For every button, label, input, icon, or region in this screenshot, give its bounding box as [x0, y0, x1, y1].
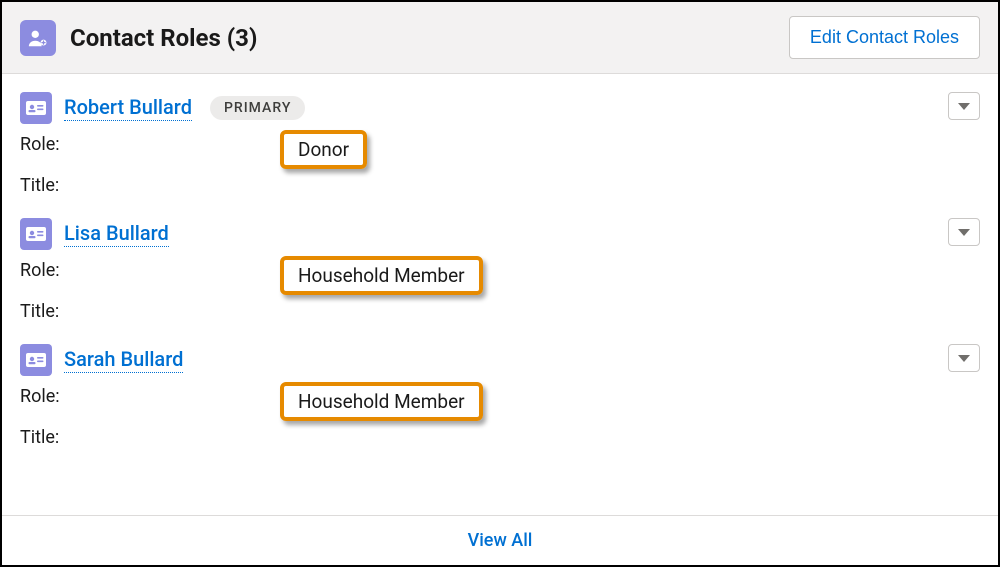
header-left: Contact Roles (3): [20, 20, 257, 56]
edit-contact-roles-button[interactable]: Edit Contact Roles: [789, 16, 980, 59]
role-label: Role:: [20, 260, 280, 295]
title-label: Title:: [20, 301, 280, 322]
contact-name-link[interactable]: Robert Bullard: [64, 95, 192, 121]
row-top: Lisa Bullard: [20, 218, 980, 250]
panel-title: Contact Roles (3): [70, 24, 257, 52]
role-text: Donor: [298, 138, 349, 161]
contact-role-row: Lisa Bullard Role: Household Member Titl…: [20, 210, 980, 336]
contact-role-row: Robert Bullard PRIMARY Role: Donor Title…: [20, 84, 980, 210]
contact-role-row: Sarah Bullard Role: Household Member Tit…: [20, 336, 980, 462]
role-value: Household Member: [280, 386, 980, 421]
contact-card-icon: [20, 218, 52, 250]
title-label: Title:: [20, 175, 280, 196]
primary-badge: PRIMARY: [210, 96, 305, 120]
panel-body: Robert Bullard PRIMARY Role: Donor Title…: [2, 74, 998, 515]
row-actions-button[interactable]: [948, 344, 980, 372]
row-top: Sarah Bullard: [20, 344, 980, 376]
role-text: Household Member: [298, 390, 465, 413]
contact-card-icon: [20, 92, 52, 124]
highlight-box: Household Member: [280, 256, 483, 295]
chevron-down-icon: [958, 229, 970, 236]
role-value: Household Member: [280, 260, 980, 295]
role-value: Donor: [280, 134, 980, 169]
title-value: [280, 427, 980, 448]
field-grid: Role: Household Member Title:: [20, 260, 980, 322]
role-text: Household Member: [298, 264, 465, 287]
row-top: Robert Bullard PRIMARY: [20, 92, 980, 124]
title-label: Title:: [20, 427, 280, 448]
title-value: [280, 175, 980, 196]
contact-roles-icon: [20, 20, 56, 56]
field-grid: Role: Donor Title:: [20, 134, 980, 196]
panel-header: Contact Roles (3) Edit Contact Roles: [2, 2, 998, 74]
role-label: Role:: [20, 134, 280, 169]
highlight-box: Household Member: [280, 382, 483, 421]
contact-name-link[interactable]: Lisa Bullard: [64, 221, 169, 247]
chevron-down-icon: [958, 103, 970, 110]
chevron-down-icon: [958, 355, 970, 362]
panel-footer: View All: [2, 515, 998, 565]
highlight-box: Donor: [280, 130, 367, 169]
row-actions-button[interactable]: [948, 92, 980, 120]
contact-card-icon: [20, 344, 52, 376]
contact-name-link[interactable]: Sarah Bullard: [64, 347, 183, 373]
row-actions-button[interactable]: [948, 218, 980, 246]
role-label: Role:: [20, 386, 280, 421]
title-value: [280, 301, 980, 322]
contact-roles-panel: Contact Roles (3) Edit Contact Roles Rob…: [0, 0, 1000, 567]
view-all-link[interactable]: View All: [468, 530, 533, 551]
field-grid: Role: Household Member Title:: [20, 386, 980, 448]
